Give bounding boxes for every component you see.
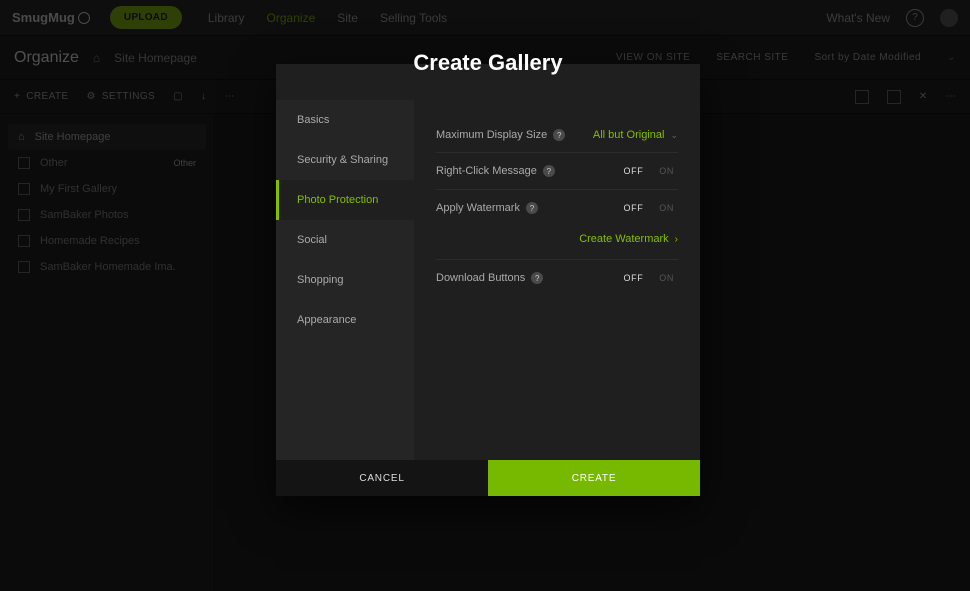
brand-text: SmugMug [12,10,75,25]
help-icon[interactable]: ? [906,9,924,27]
toggle-off-label: OFF [620,271,648,285]
create-button[interactable]: CREATE [488,460,700,496]
topbar-right: What's New ? [826,9,958,27]
help-icon[interactable]: ? [543,165,555,177]
max-display-value: All but Original [593,129,665,141]
nav-library[interactable]: Library [208,11,245,25]
create-watermark-label: Create Watermark [579,233,668,245]
toggle-off-label: OFF [620,164,648,178]
overflow-icon[interactable]: ⋯ [946,91,956,102]
cancel-button[interactable]: CANCEL [276,460,488,496]
help-icon[interactable]: ? [553,129,565,141]
create-button-label: CREATE [26,91,68,102]
gear-icon: ⚙ [86,91,95,102]
max-display-label: Maximum Display Size [436,129,547,141]
avatar[interactable] [940,9,958,27]
right-click-toggle[interactable]: OFF ON [620,164,679,178]
close-toolbar-icon[interactable]: ✕ [919,91,928,102]
sidebar-item-label: Site Homepage [35,131,111,143]
upload-button[interactable]: UPLOAD [110,6,182,29]
settings-button-label: SETTINGS [102,91,155,102]
download-label: Download Buttons [436,272,525,284]
tab-security[interactable]: Security & Sharing [276,140,414,180]
toggle-off-label: OFF [620,201,648,215]
tab-basics[interactable]: Basics [276,100,414,140]
tab-social[interactable]: Social [276,220,414,260]
gallery-icon [18,183,30,195]
row-right-click-message: Right-Click Message ? OFF ON [436,153,678,190]
topbar: SmugMug UPLOAD Library Organize Site Sel… [0,0,970,36]
row-max-display-size: Maximum Display Size ? All but Original … [436,118,678,153]
right-click-label: Right-Click Message [436,165,537,177]
sidebar-item-home[interactable]: ⌂ Site Homepage [8,124,206,150]
nav-selling[interactable]: Selling Tools [380,11,447,25]
view-grid-icon[interactable] [855,90,869,104]
home-icon: ⌂ [93,51,100,65]
watermark-label: Apply Watermark [436,202,520,214]
download-toggle[interactable]: OFF ON [620,271,679,285]
toggle-on-label: ON [655,201,678,215]
row-create-watermark: Create Watermark › [436,221,678,260]
sort-select[interactable]: Sort by Date Modified [814,52,921,63]
sidebar-item-label: SamBaker Photos [40,209,129,221]
modal-panel: Maximum Display Size ? All but Original … [414,100,700,460]
settings-button[interactable]: ⚙ SETTINGS [86,91,155,102]
chevron-right-icon: › [675,234,678,245]
sort-chevron-icon: ⌄ [947,52,956,63]
sidebar-item-other[interactable]: Other Other [8,150,206,176]
left-sidebar: ⌂ Site Homepage Other Other My First Gal… [0,114,215,591]
help-icon[interactable]: ? [531,272,543,284]
sidebar-item-recipes[interactable]: Homemade Recipes [8,228,206,254]
toolbar-icon-3[interactable]: ⋯ [224,91,234,102]
toolbar-icon-1[interactable]: ▢ [173,91,183,102]
row-apply-watermark: Apply Watermark ? OFF ON [436,190,678,221]
nav-organize[interactable]: Organize [267,11,316,25]
toggle-on-label: ON [655,271,678,285]
gallery-icon [18,261,30,273]
upload-button-label: UPLOAD [124,12,168,23]
folder-icon [18,157,30,169]
max-display-select[interactable]: All but Original ⌄ [593,129,678,141]
top-nav: Library Organize Site Selling Tools [208,11,447,25]
sidebar-item-homemade-ima[interactable]: SamBaker Homemade Ima. [8,254,206,280]
sidebar-item-first-gallery[interactable]: My First Gallery [8,176,206,202]
modal-sidebar: Basics Security & Sharing Photo Protecti… [276,100,414,460]
gallery-icon [18,209,30,221]
sidebar-item-label: Homemade Recipes [40,235,140,247]
modal-actions: CANCEL CREATE [276,460,700,496]
help-icon[interactable]: ? [526,202,538,214]
cancel-button-label: CANCEL [359,473,404,484]
whats-new-link[interactable]: What's New [826,11,890,25]
sidebar-item-sambaker[interactable]: SamBaker Photos [8,202,206,228]
create-gallery-modal: Create Gallery Basics Security & Sharing… [276,64,700,496]
sidebar-item-label: SamBaker Homemade Ima. [40,261,176,273]
sidebar-item-label: Other [40,157,68,169]
page-title: Organize [14,49,79,67]
toolbar-icon-2[interactable]: ↓ [201,91,206,102]
home-icon: ⌂ [18,131,25,143]
search-site-link[interactable]: SEARCH SITE [716,52,788,63]
nav-site[interactable]: Site [337,11,358,25]
gallery-icon [18,235,30,247]
brand-icon [78,12,90,24]
create-button[interactable]: + CREATE [14,91,68,102]
tab-shopping[interactable]: Shopping [276,260,414,300]
breadcrumb[interactable]: Site Homepage [114,51,197,65]
tab-photo-protection[interactable]: Photo Protection [276,180,414,220]
brand: SmugMug [12,10,90,25]
create-button-label: CREATE [572,473,617,484]
watermark-toggle[interactable]: OFF ON [620,201,679,215]
sidebar-item-label: My First Gallery [40,183,117,195]
tab-appearance[interactable]: Appearance [276,300,414,340]
view-list-icon[interactable] [887,90,901,104]
modal-title: Create Gallery [276,50,700,86]
chevron-down-icon: ⌄ [670,130,678,141]
create-watermark-link[interactable]: Create Watermark › [579,233,678,245]
sidebar-item-tag: Other [173,158,196,168]
plus-icon: + [14,91,20,102]
row-download-buttons: Download Buttons ? OFF ON [436,260,678,296]
toggle-on-label: ON [655,164,678,178]
